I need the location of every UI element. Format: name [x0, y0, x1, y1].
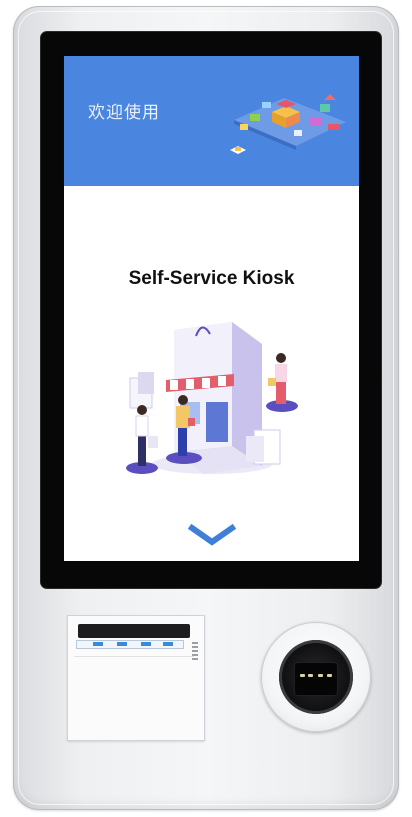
scanner-led	[308, 674, 313, 677]
shopping-store-illustration-icon	[126, 322, 298, 474]
barcode-scanner	[261, 622, 371, 732]
isometric-store-map-icon	[230, 94, 346, 154]
scanner-led	[318, 674, 323, 677]
welcome-banner: 欢迎使用	[64, 56, 359, 186]
page-title: Self-Service Kiosk	[128, 268, 295, 289]
scanner-led	[327, 674, 332, 677]
receipt-slot	[78, 624, 190, 638]
chevron-down-icon[interactable]	[188, 522, 236, 548]
scanner-led	[300, 674, 305, 677]
receipt-printer	[67, 615, 205, 741]
receipt-paper	[76, 640, 184, 649]
scanner-window	[279, 640, 353, 714]
kiosk-screen: 欢迎使用 Self-Service Kiosk	[64, 56, 359, 561]
printer-cover	[74, 656, 194, 733]
scanner-lens	[294, 662, 338, 696]
welcome-text: 欢迎使用	[88, 103, 160, 122]
